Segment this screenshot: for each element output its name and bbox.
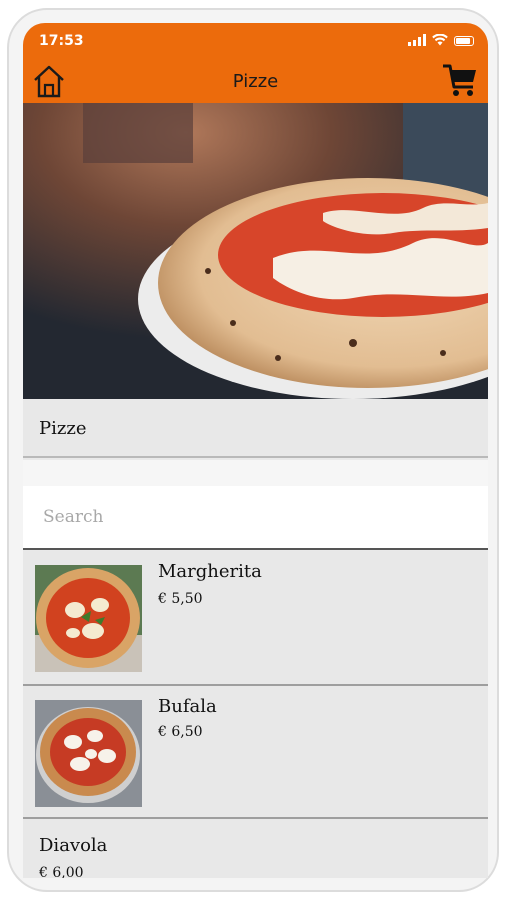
product-item-diavola[interactable]: Diavola € 6,00 (23, 819, 488, 878)
product-name: Margherita (158, 561, 262, 582)
battery-icon (454, 36, 474, 46)
hero-pizza-image (23, 103, 488, 399)
product-price: € 6,50 (158, 724, 203, 740)
status-bar: 17:53 (23, 23, 488, 61)
search-bar (23, 486, 488, 550)
section-title: Pizze (39, 418, 87, 439)
product-name: Bufala (158, 696, 217, 717)
product-price: € 5,50 (158, 591, 203, 607)
product-item-bufala[interactable]: Bufala € 6,50 (23, 686, 488, 819)
product-name: Diavola (39, 835, 108, 856)
search-input[interactable] (23, 486, 488, 548)
status-time: 17:53 (39, 33, 84, 49)
product-price: € 6,00 (39, 865, 84, 878)
divider (23, 460, 488, 486)
app-screen: 17:53 Pizze Pizze Search Margherita € 5,… (23, 23, 488, 878)
page-title: Pizze (232, 71, 279, 92)
status-icons (408, 34, 474, 46)
product-thumbnail (35, 565, 142, 672)
wifi-icon (432, 34, 448, 46)
cellular-signal-icon (408, 34, 426, 46)
section-header: Pizze (23, 400, 488, 458)
product-thumbnail (35, 700, 142, 807)
cart-icon[interactable] (442, 61, 478, 99)
nav-bar: Pizze (23, 61, 488, 103)
product-item-margherita[interactable]: Margherita € 5,50 (23, 551, 488, 686)
